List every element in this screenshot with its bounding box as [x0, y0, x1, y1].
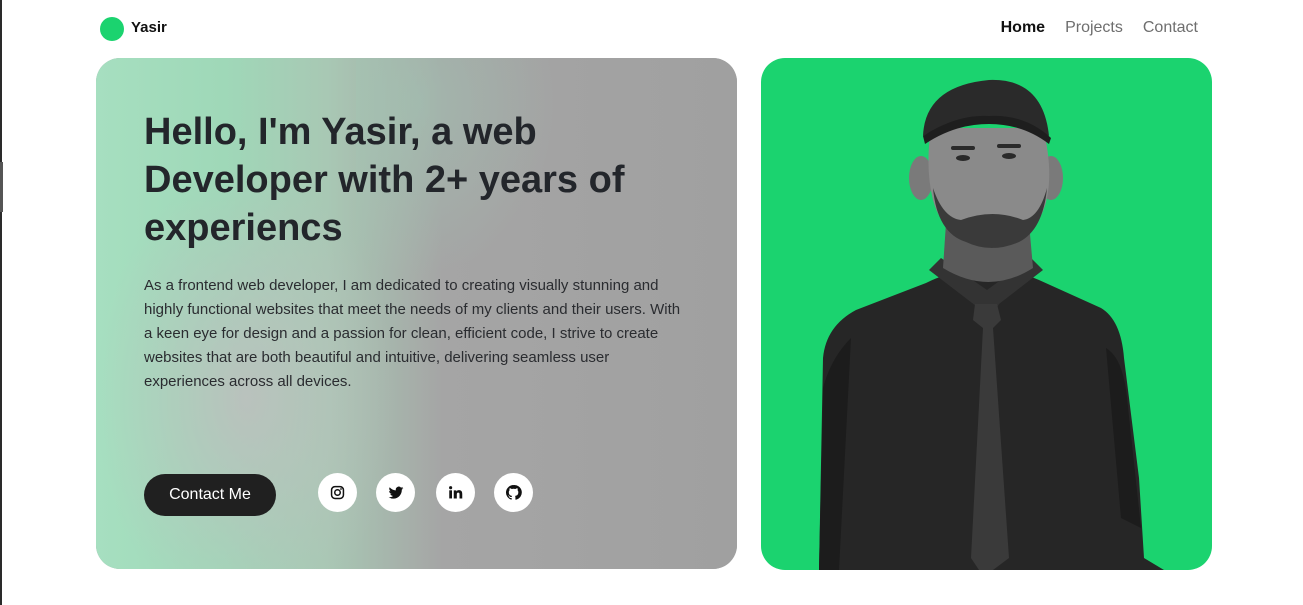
hero-card: Hello, I'm Yasir, a web Developer with 2…: [96, 58, 737, 569]
linkedin-button[interactable]: [436, 473, 475, 512]
portrait-card: [761, 58, 1212, 570]
github-button[interactable]: [494, 473, 533, 512]
hero-title: Hello, I'm Yasir, a web Developer with 2…: [144, 111, 625, 249]
twitter-button[interactable]: [376, 473, 415, 512]
window-edge-handle: [0, 162, 3, 212]
nav-item-projects[interactable]: Projects: [1065, 18, 1123, 38]
window-edge: [0, 0, 2, 605]
contact-me-button[interactable]: Contact Me: [144, 474, 276, 516]
nav-item-contact[interactable]: Contact: [1143, 18, 1198, 38]
instagram-icon: [330, 485, 345, 500]
github-icon: [505, 485, 522, 500]
nav-item-home[interactable]: Home: [1001, 18, 1045, 38]
twitter-icon: [388, 486, 403, 499]
portrait-photo: [819, 79, 1164, 570]
logo-icon[interactable]: [100, 17, 124, 41]
main-nav: Home Projects Contact: [1001, 18, 1198, 38]
linkedin-icon: [449, 486, 463, 499]
instagram-button[interactable]: [318, 473, 357, 512]
logo-text[interactable]: Yasir: [131, 18, 167, 38]
hero-description: As a frontend web developer, I am dedica…: [144, 277, 681, 390]
